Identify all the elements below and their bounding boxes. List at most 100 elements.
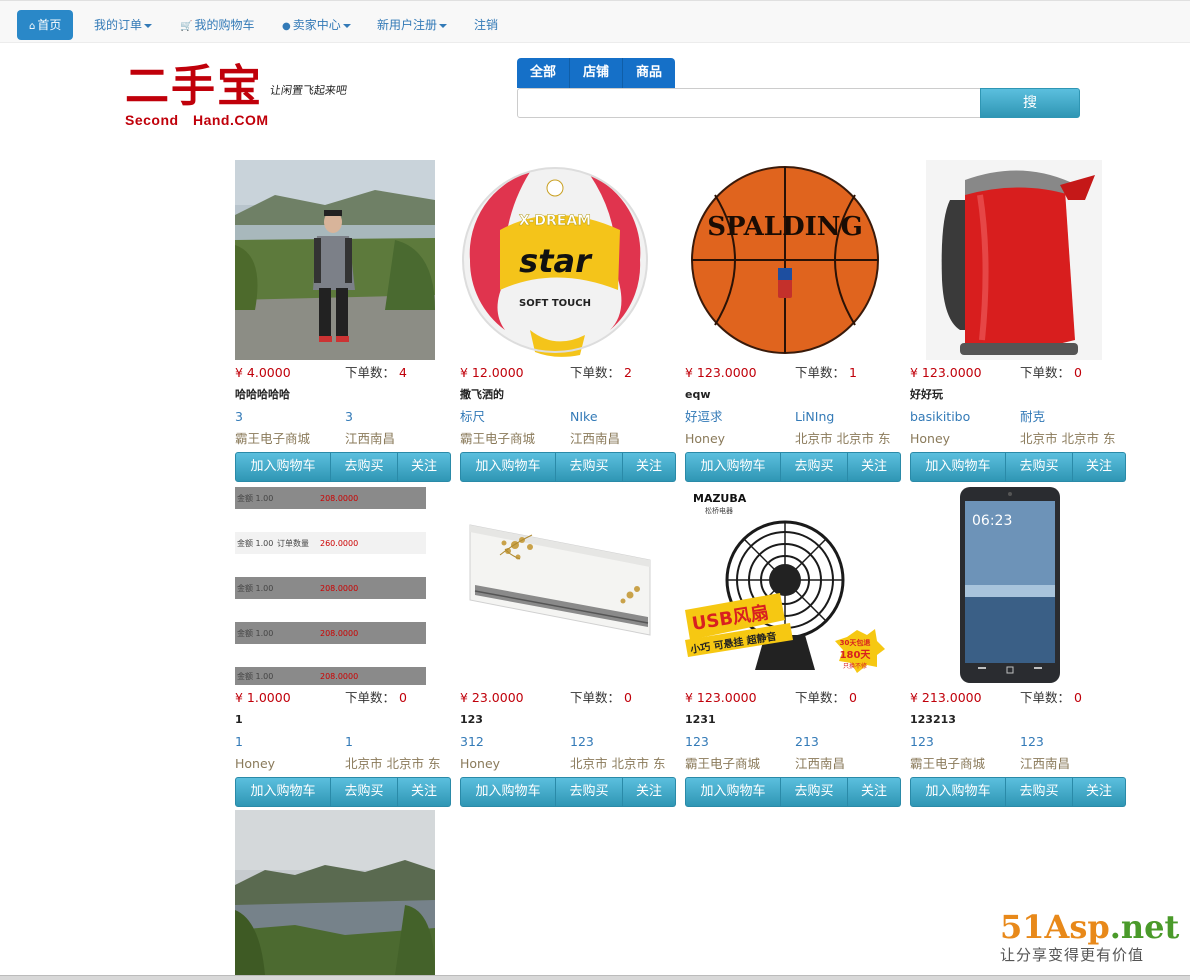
caret-down-icon (439, 23, 448, 28)
nav-my-orders[interactable]: 我的订单 (94, 10, 153, 40)
product-category[interactable]: 标尺 (460, 407, 485, 427)
site-logo[interactable]: 二手宝 让闲置飞起来吧 Second Hand.COM (125, 62, 348, 129)
product-name[interactable]: 好好玩 (910, 385, 943, 405)
nav-register[interactable]: 新用户注册 (377, 10, 448, 40)
product-brand[interactable]: 123 (1020, 732, 1044, 752)
nav-logout[interactable]: 注销 (474, 10, 498, 40)
product-image-phone[interactable]: 06:23 (910, 485, 1110, 685)
product-category[interactable]: 123 (685, 732, 709, 752)
fan-badge-text: 180天 (840, 649, 872, 661)
product-name[interactable]: 123213 (910, 710, 956, 730)
search-button[interactable]: 搜 (980, 88, 1080, 118)
product-shop: Honey (685, 431, 726, 446)
product-price: ¥ 4.0000 (235, 365, 291, 380)
product-price: ¥ 23.0000 (460, 690, 524, 705)
product-category[interactable]: 3 (235, 407, 243, 427)
product-brand[interactable]: 耐克 (1020, 407, 1045, 427)
product-brand[interactable]: NIke (570, 407, 598, 427)
search-tab-products[interactable]: 商品 (623, 58, 676, 88)
add-to-cart-button[interactable]: 加入购物车 (685, 777, 781, 807)
product-price: ¥ 123.0000 (685, 365, 757, 380)
product-brand[interactable]: 3 (345, 407, 353, 427)
product-shop: 霸王电子商城 (910, 756, 986, 771)
add-to-cart-button[interactable]: 加入购物车 (460, 452, 556, 482)
fan-badge-text: 只换不修 (843, 662, 867, 670)
product-location: 江西南昌 (795, 756, 846, 771)
screenshot-row-value: 208.0000 (320, 494, 358, 503)
product-price: ¥ 123.0000 (910, 365, 982, 380)
product-location: 北京市 北京市 东 (795, 431, 891, 446)
product-name[interactable]: 哈哈哈哈哈 (235, 385, 290, 405)
product-shop: Honey (910, 431, 951, 446)
search-tab-shops[interactable]: 店铺 (570, 58, 624, 88)
buy-now-button[interactable]: 去购买 (331, 452, 398, 482)
nav-home[interactable]: ⌂ 首页 (17, 10, 74, 40)
add-to-cart-button[interactable]: 加入购物车 (235, 452, 331, 482)
fan-badge-text: 30天包退 (840, 638, 871, 647)
nav-my-cart[interactable]: 🛒 我的购物车 (180, 10, 254, 40)
product-image-order-screenshot[interactable]: 金额 1.00 208.0000 金额 1.00 订单数量 260.0000 金… (235, 485, 435, 685)
product-category[interactable]: basikitibo (910, 407, 970, 427)
product-category[interactable]: 1 (235, 732, 243, 752)
caret-down-icon (144, 23, 153, 28)
product-image-usb-fan[interactable]: MAZUBA 松桥电器 USB风扇 小巧 可悬挂 超静音 30天包退 180天 … (685, 485, 885, 685)
buy-now-button[interactable]: 去购买 (331, 777, 398, 807)
product-image-landscape[interactable] (235, 810, 435, 975)
add-to-cart-button[interactable]: 加入购物车 (460, 777, 556, 807)
product-image-kettle[interactable] (910, 160, 1110, 360)
follow-button[interactable]: 关注 (623, 452, 676, 482)
product-image-basketball[interactable]: SPALDING (685, 160, 885, 360)
product-category[interactable]: 好逗求 (685, 407, 723, 427)
product-image-volleyball[interactable]: X-DREAM star SOFT TOUCH (460, 160, 660, 360)
product-image-person-photo[interactable] (235, 160, 435, 360)
orders-count: 下单数： 0 (345, 690, 407, 705)
follow-button[interactable]: 关注 (623, 777, 676, 807)
buy-now-button[interactable]: 去购买 (1006, 452, 1073, 482)
product-brand[interactable]: LiNIng (795, 407, 834, 427)
user-icon: ● (282, 21, 291, 32)
buy-now-button[interactable]: 去购买 (781, 777, 848, 807)
fan-brand-text: MAZUBA (693, 492, 747, 505)
product-name[interactable]: 撒飞洒的 (460, 385, 504, 405)
product-shop: Honey (460, 756, 501, 771)
product-name[interactable]: 1231 (685, 710, 716, 730)
add-to-cart-button[interactable]: 加入购物车 (910, 777, 1006, 807)
cart-icon: 🛒 (180, 21, 193, 32)
product-price: ¥ 1.0000 (235, 690, 291, 705)
product-image-air-conditioner[interactable] (460, 485, 660, 685)
follow-button[interactable]: 关注 (398, 777, 451, 807)
volleyball-brand-text: star (519, 242, 593, 280)
product-brand[interactable]: 123 (570, 732, 594, 752)
follow-button[interactable]: 关注 (398, 452, 451, 482)
screenshot-row-label: 金额 1.00 (237, 628, 273, 638)
product-category[interactable]: 123 (910, 732, 934, 752)
follow-button[interactable]: 关注 (848, 777, 901, 807)
add-to-cart-button[interactable]: 加入购物车 (685, 452, 781, 482)
product-name[interactable]: 1 (235, 710, 243, 730)
buy-now-button[interactable]: 去购买 (1006, 777, 1073, 807)
search-input[interactable] (517, 88, 981, 118)
screenshot-row-value: 208.0000 (320, 584, 358, 593)
screenshot-row-value: 260.0000 (320, 539, 358, 548)
add-to-cart-button[interactable]: 加入购物车 (235, 777, 331, 807)
screenshot-row-value: 208.0000 (320, 629, 358, 638)
logo-slogan: 让闲置飞起来吧 (269, 84, 348, 97)
buy-now-button[interactable]: 去购买 (556, 452, 623, 482)
product-name[interactable]: 123 (460, 710, 483, 730)
volleyball-sub-text: SOFT TOUCH (519, 298, 591, 309)
follow-button[interactable]: 关注 (1073, 777, 1126, 807)
product-price: ¥ 213.0000 (910, 690, 982, 705)
screenshot-row-label: 金额 1.00 (237, 493, 273, 503)
product-name[interactable]: eqw (685, 385, 711, 405)
buy-now-button[interactable]: 去购买 (781, 452, 848, 482)
watermark-title: 51Asp.net (1000, 908, 1180, 946)
buy-now-button[interactable]: 去购买 (556, 777, 623, 807)
add-to-cart-button[interactable]: 加入购物车 (910, 452, 1006, 482)
product-category[interactable]: 312 (460, 732, 484, 752)
follow-button[interactable]: 关注 (848, 452, 901, 482)
product-brand[interactable]: 1 (345, 732, 353, 752)
follow-button[interactable]: 关注 (1073, 452, 1126, 482)
search-tab-all[interactable]: 全部 (517, 58, 571, 88)
nav-seller-center[interactable]: ● 卖家中心 (282, 10, 351, 40)
product-brand[interactable]: 213 (795, 732, 819, 752)
